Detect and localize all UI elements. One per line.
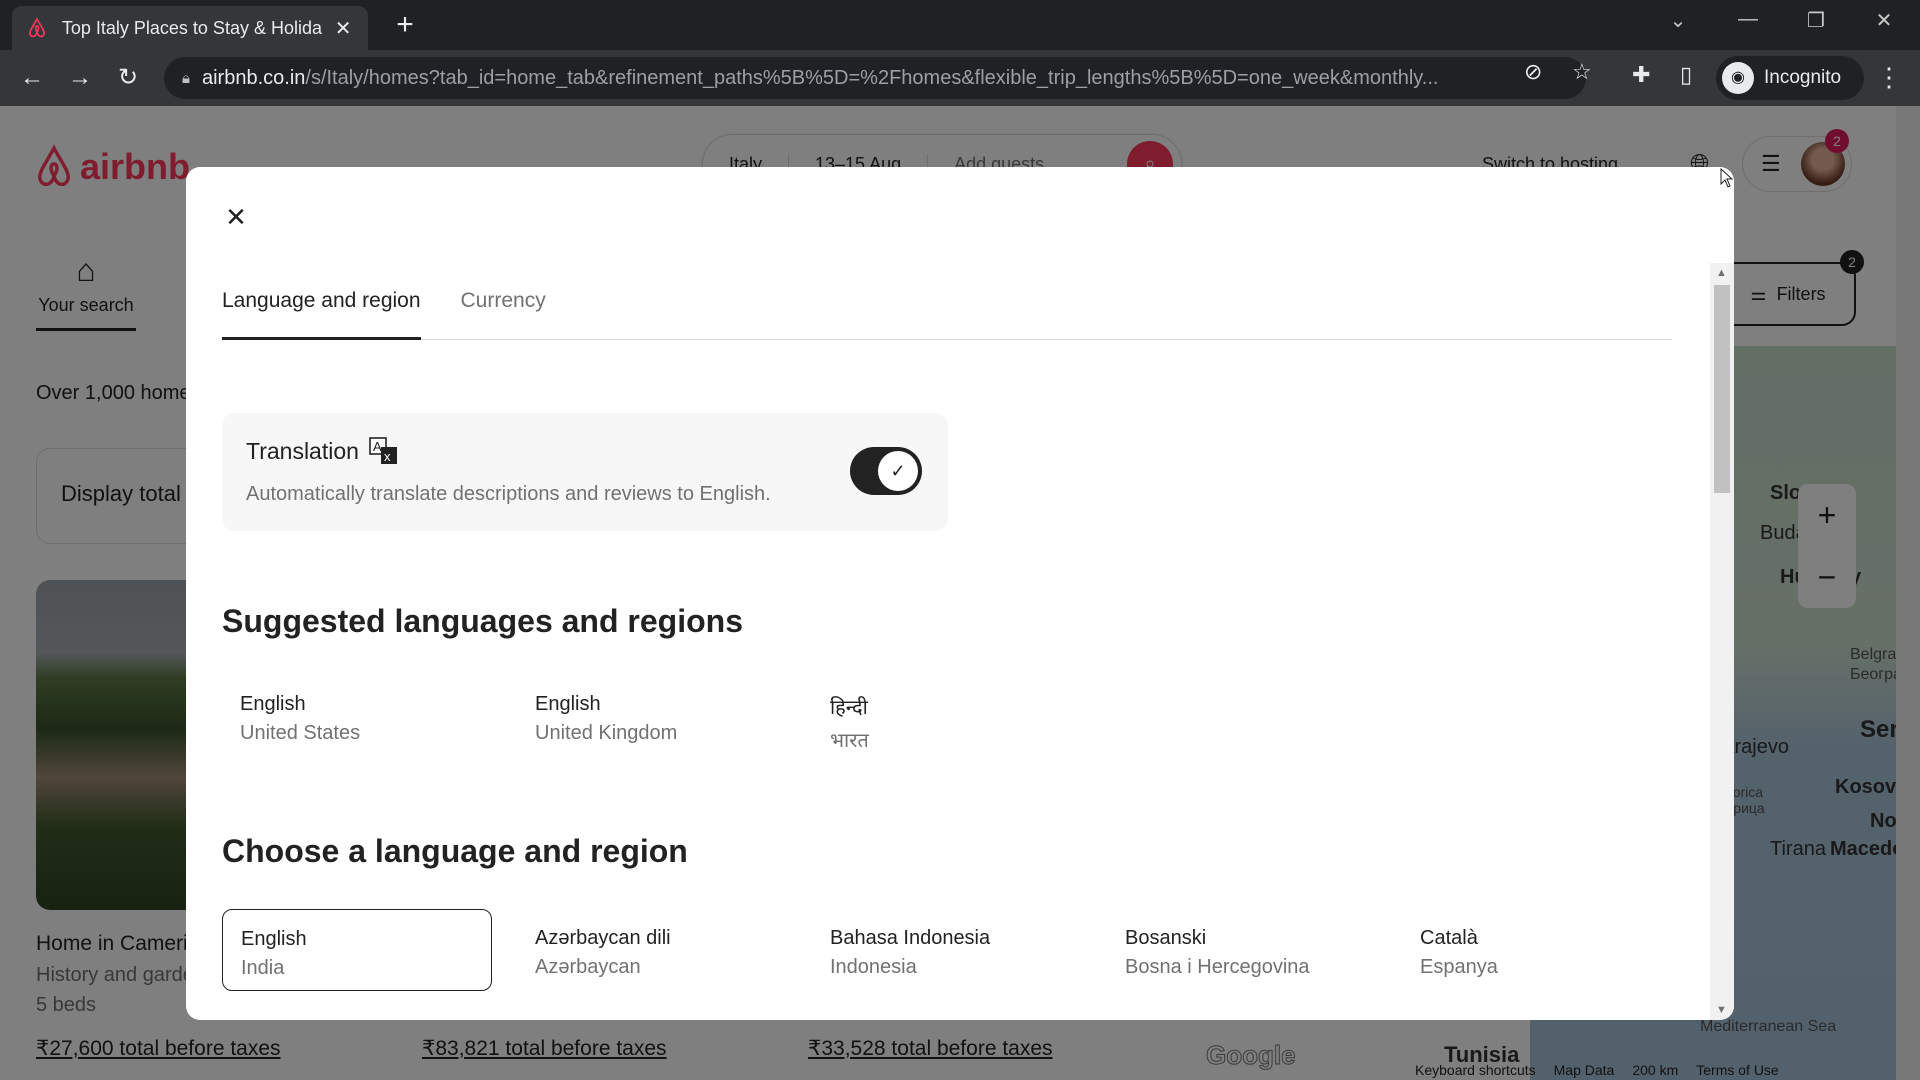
extensions-icon[interactable]: ✚: [1632, 62, 1650, 88]
tab-title: Top Italy Places to Stay & Holiday Renta…: [61, 17, 322, 38]
language-option[interactable]: Azərbaycan dili Azərbaycan: [517, 909, 787, 991]
translation-card: Translation A x Automatically translate …: [222, 413, 948, 531]
dialog-tabs: Language and region Currency: [222, 285, 1672, 340]
airbnb-favicon-icon: [26, 17, 48, 39]
minimize-icon[interactable]: —: [1726, 8, 1770, 31]
lock-icon: 🔒︎: [182, 69, 190, 87]
address-bar[interactable]: 🔒︎ airbnb.co.in/s/Italy/homes?tab_id=hom…: [164, 57, 1586, 99]
region-name: India: [241, 957, 285, 979]
browser-tab[interactable]: Top Italy Places to Stay & Holiday Renta…: [12, 6, 368, 50]
reload-icon[interactable]: ↻: [112, 62, 144, 94]
checkmark-icon: ✓: [878, 451, 918, 491]
browser-toolbar: ← → ↻ 🔒︎ airbnb.co.in/s/Italy/homes?tab_…: [0, 50, 1920, 106]
scroll-down-arrow-icon[interactable]: ▼: [1716, 1004, 1727, 1016]
region-name: Bosna i Hercegovina: [1125, 956, 1310, 978]
language-name: English: [240, 693, 306, 715]
tab-language-and-region[interactable]: Language and region: [222, 285, 421, 340]
forward-icon[interactable]: →: [64, 62, 96, 94]
language-name: Bosanski: [1125, 927, 1207, 949]
language-name: Azərbaycan dili: [535, 927, 671, 949]
language-name: Català: [1420, 927, 1478, 949]
browser-menu-icon[interactable]: ⋮: [1876, 62, 1902, 93]
url-text[interactable]: airbnb.co.in/s/Italy/homes?tab_id=home_t…: [202, 67, 1522, 90]
language-option[interactable]: Català Espanya: [1402, 909, 1672, 991]
translation-description: Automatically translate descriptions and…: [246, 483, 771, 505]
choose-heading: Choose a language and region: [222, 833, 688, 869]
browser-tabstrip: Top Italy Places to Stay & Holiday Renta…: [0, 0, 1920, 50]
translation-toggle[interactable]: ✓: [850, 447, 922, 495]
incognito-profile-button[interactable]: ◉ Incognito: [1716, 56, 1864, 100]
svg-text:x: x: [384, 449, 391, 464]
language-name: Bahasa Indonesia: [830, 927, 991, 949]
region-name: भारत: [830, 730, 869, 752]
language-region-dialog: ✕ Language and region Currency Translati…: [186, 167, 1734, 1020]
suggested-language-option[interactable]: English United States: [222, 675, 492, 757]
incognito-label: Incognito: [1764, 67, 1842, 88]
region-name: Indonesia: [830, 956, 917, 978]
suggested-language-option[interactable]: हिन्दी भारत: [812, 675, 1082, 757]
translation-title: Translation: [246, 437, 359, 464]
region-name: Espanya: [1420, 956, 1498, 978]
dialog-scrollbar[interactable]: ▲ ▼: [1710, 263, 1734, 1020]
language-name: हिन्दी: [830, 697, 868, 719]
restore-icon[interactable]: ❐: [1794, 8, 1838, 33]
language-option-selected[interactable]: English India: [222, 909, 492, 991]
side-panel-icon[interactable]: ▯: [1680, 62, 1692, 88]
language-name: English: [535, 693, 601, 715]
back-icon[interactable]: ←: [16, 62, 48, 94]
language-option[interactable]: Bahasa Indonesia Indonesia: [812, 909, 1082, 991]
tab-close-icon[interactable]: ✕: [332, 16, 354, 41]
eye-off-icon[interactable]: ⊘: [1524, 59, 1542, 85]
incognito-icon: ◉: [1722, 62, 1754, 94]
tab-currency[interactable]: Currency: [461, 285, 546, 340]
translate-icon: A x: [369, 437, 397, 464]
suggested-heading: Suggested languages and regions: [222, 603, 743, 639]
region-name: United States: [240, 722, 361, 744]
mouse-cursor-icon: [1720, 168, 1734, 188]
tab-search-icon[interactable]: ⌄: [1656, 8, 1700, 33]
close-window-icon[interactable]: ✕: [1862, 8, 1906, 33]
region-name: Azərbaycan: [535, 956, 641, 978]
scrollbar-thumb[interactable]: [1714, 285, 1730, 493]
language-name: English: [241, 928, 307, 950]
region-name: United Kingdom: [535, 722, 678, 744]
bookmark-star-icon[interactable]: ☆: [1572, 59, 1592, 85]
scroll-up-arrow-icon[interactable]: ▲: [1716, 267, 1727, 279]
new-tab-button[interactable]: +: [390, 10, 420, 40]
suggested-language-option[interactable]: English United Kingdom: [517, 675, 787, 757]
language-option[interactable]: Bosanski Bosna i Hercegovina: [1107, 909, 1377, 991]
svg-text:A: A: [373, 439, 382, 454]
